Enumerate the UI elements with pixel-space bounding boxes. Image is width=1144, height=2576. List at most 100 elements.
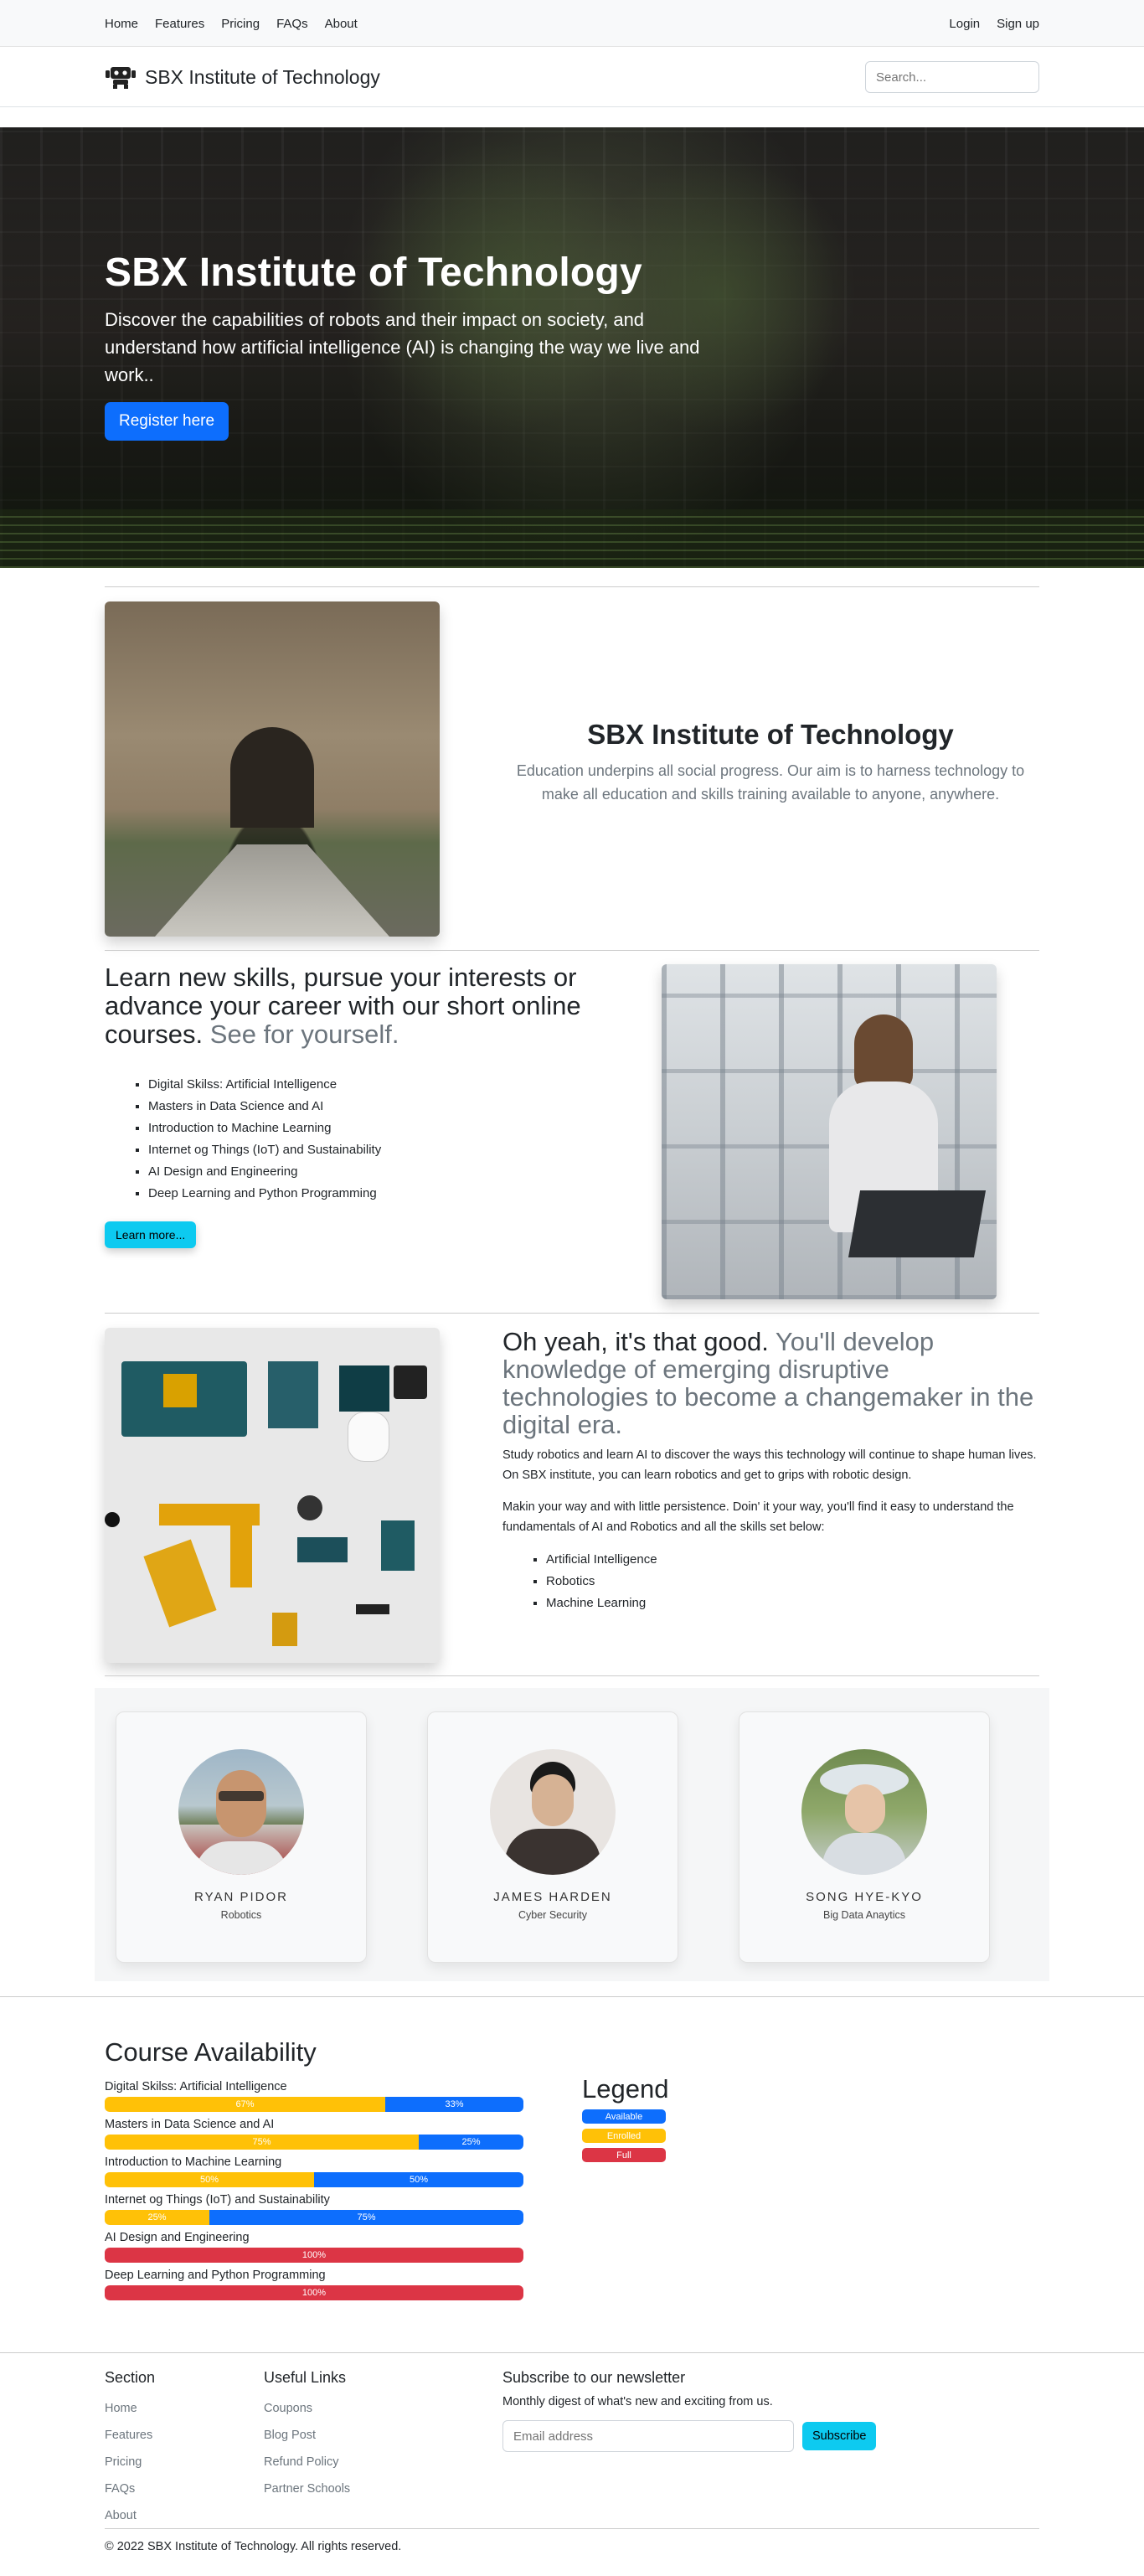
- divider: [105, 2528, 1039, 2529]
- progress-segment-available: 33%: [385, 2097, 523, 2112]
- brand-logo-link[interactable]: SBX Institute of Technology: [105, 65, 380, 90]
- divider: [105, 1313, 1039, 1314]
- nav-about-link[interactable]: About: [318, 13, 364, 34]
- list-item: Robotics: [546, 1571, 1038, 1593]
- availability-progress-bar: 100%: [105, 2285, 523, 2300]
- nav-features-link[interactable]: Features: [148, 13, 211, 34]
- team-card[interactable]: JAMES HARDEN Cyber Security: [427, 1711, 678, 1963]
- avatar: [801, 1749, 927, 1875]
- team-member-name: RYAN PIDOR: [194, 1890, 288, 1904]
- progress-segment-enrolled: 67%: [105, 2097, 385, 2112]
- nav-pricing-link[interactable]: Pricing: [214, 13, 266, 34]
- progress-segment-enrolled: 50%: [105, 2172, 314, 2187]
- team-member-role: Big Data Anaytics: [823, 1909, 905, 1921]
- newsletter: Subscribe to our newsletter Monthly dige…: [502, 2369, 971, 2452]
- footer-section-column: Section Home Features Pricing FAQs About: [105, 2369, 155, 2529]
- course-label: Digital Skilss: Artificial Intelligence: [105, 2080, 287, 2093]
- legend-full: Full: [582, 2148, 666, 2162]
- progress-segment-full: 100%: [105, 2285, 523, 2300]
- list-item: Artificial Intelligence: [546, 1549, 1038, 1571]
- brand-name: SBX Institute of Technology: [145, 65, 380, 88]
- team-member-name: JAMES HARDEN: [493, 1890, 612, 1904]
- about-title: SBX Institute of Technology: [587, 719, 954, 750]
- divider: [0, 2352, 1144, 2353]
- develop-paragraph-2: Makin your way and with little persisten…: [502, 1500, 1014, 1534]
- course-label: Internet og Things (IoT) and Sustainabil…: [105, 2193, 330, 2207]
- legend-title: Legend: [582, 2074, 669, 2104]
- course-list: Digital Skilss: Artificial Intelligence …: [148, 1074, 641, 1205]
- course-label: Masters in Data Science and AI: [105, 2118, 275, 2131]
- hero-title: SBX Institute of Technology: [105, 250, 642, 295]
- divider: [105, 950, 1039, 951]
- progress-segment-available: 25%: [419, 2135, 523, 2150]
- nav-home-link[interactable]: Home: [98, 13, 145, 34]
- develop-heading-main: Oh yeah, it's that good.: [502, 1327, 769, 1356]
- list-item: Deep Learning and Python Programming: [148, 1183, 641, 1205]
- brand-header: SBX Institute of Technology: [0, 47, 1144, 107]
- team-member-role: Cyber Security: [518, 1909, 587, 1921]
- top-nav-links: Home Features Pricing FAQs About: [98, 13, 364, 34]
- newsletter-text: Monthly digest of what's new and excitin…: [502, 2395, 773, 2408]
- footer-useful-links-column: Useful Links Coupons Blog Post Refund Po…: [264, 2369, 350, 2502]
- availability-legend: Legend Available Enrolled Full: [582, 2074, 674, 2167]
- footer-refund-link[interactable]: Refund Policy: [264, 2449, 350, 2475]
- availability-title: Course Availability: [105, 2037, 317, 2067]
- footer-about-link[interactable]: About: [105, 2502, 155, 2529]
- list-item: Masters in Data Science and AI: [148, 1096, 641, 1118]
- legend-enrolled: Enrolled: [582, 2129, 666, 2143]
- search-input[interactable]: [865, 61, 1039, 93]
- course-label: AI Design and Engineering: [105, 2231, 250, 2244]
- legend-available: Available: [582, 2109, 666, 2124]
- team-section: RYAN PIDOR Robotics JAMES HARDEN Cyber S…: [95, 1688, 1049, 1981]
- progress-segment-full: 100%: [105, 2248, 523, 2263]
- email-field[interactable]: [502, 2420, 794, 2452]
- footer-partner-schools-link[interactable]: Partner Schools: [264, 2475, 350, 2502]
- progress-segment-enrolled: 75%: [105, 2135, 419, 2150]
- list-item: AI Design and Engineering: [148, 1161, 641, 1183]
- footer-home-link[interactable]: Home: [105, 2395, 155, 2422]
- progress-segment-available: 50%: [314, 2172, 523, 2187]
- team-card[interactable]: RYAN PIDOR Robotics: [116, 1711, 367, 1963]
- about-text: Education underpins all social progress.…: [516, 762, 1025, 803]
- develop-paragraph-1: Study robotics and learn AI to discover …: [502, 1448, 1037, 1482]
- hero-text: Discover the capabilities of robots and …: [105, 309, 700, 385]
- footer-pricing-link[interactable]: Pricing: [105, 2449, 155, 2475]
- login-link[interactable]: Login: [942, 13, 987, 34]
- list-item: Introduction to Machine Learning: [148, 1118, 641, 1139]
- progress-segment-enrolled: 25%: [105, 2210, 209, 2225]
- footer-faqs-link[interactable]: FAQs: [105, 2475, 155, 2502]
- hero-lawn: [0, 509, 1144, 568]
- register-button[interactable]: Register here: [105, 402, 229, 441]
- availability-progress-bar: 25% 75%: [105, 2210, 523, 2225]
- robot-icon: [106, 67, 136, 89]
- footer-section-title: Section: [105, 2369, 156, 2386]
- footer-useful-title: Useful Links: [264, 2369, 347, 2386]
- divider: [105, 1675, 1039, 1676]
- learn-heading-muted: See for yourself.: [209, 1020, 399, 1049]
- avatar: [490, 1749, 616, 1875]
- learn-more-button[interactable]: Learn more...: [105, 1221, 197, 1248]
- subscribe-button[interactable]: Subscribe: [802, 2422, 877, 2450]
- divider: [105, 586, 1039, 587]
- list-item: Machine Learning: [546, 1593, 1038, 1614]
- availability-progress-bar: 67% 33%: [105, 2097, 523, 2112]
- course-availability: Course Availability Digital Skilss: Arti…: [105, 2037, 523, 2300]
- availability-progress-bar: 50% 50%: [105, 2172, 523, 2187]
- develop-heading: Oh yeah, it's that good. You'll develop …: [502, 1328, 1038, 1438]
- footer-features-link[interactable]: Features: [105, 2422, 155, 2449]
- footer-coupons-link[interactable]: Coupons: [264, 2395, 350, 2422]
- top-navbar: Home Features Pricing FAQs About Login S…: [0, 0, 1144, 47]
- availability-progress-bar: 75% 25%: [105, 2135, 523, 2150]
- signup-link[interactable]: Sign up: [990, 13, 1046, 34]
- team-card[interactable]: SONG HYE-KYO Big Data Anaytics: [739, 1711, 990, 1963]
- nav-faqs-link[interactable]: FAQs: [270, 13, 315, 34]
- team-member-name: SONG HYE-KYO: [806, 1890, 923, 1904]
- skills-list: Artificial Intelligence Robotics Machine…: [546, 1549, 1038, 1614]
- newsletter-title: Subscribe to our newsletter: [502, 2369, 686, 2386]
- phone-parts-image: [105, 1328, 440, 1663]
- progress-segment-available: 75%: [209, 2210, 523, 2225]
- lab-engineer-image: [662, 964, 997, 1299]
- list-item: Internet og Things (IoT) and Sustainabil…: [148, 1139, 641, 1161]
- divider: [0, 1996, 1144, 1997]
- footer-blog-link[interactable]: Blog Post: [264, 2422, 350, 2449]
